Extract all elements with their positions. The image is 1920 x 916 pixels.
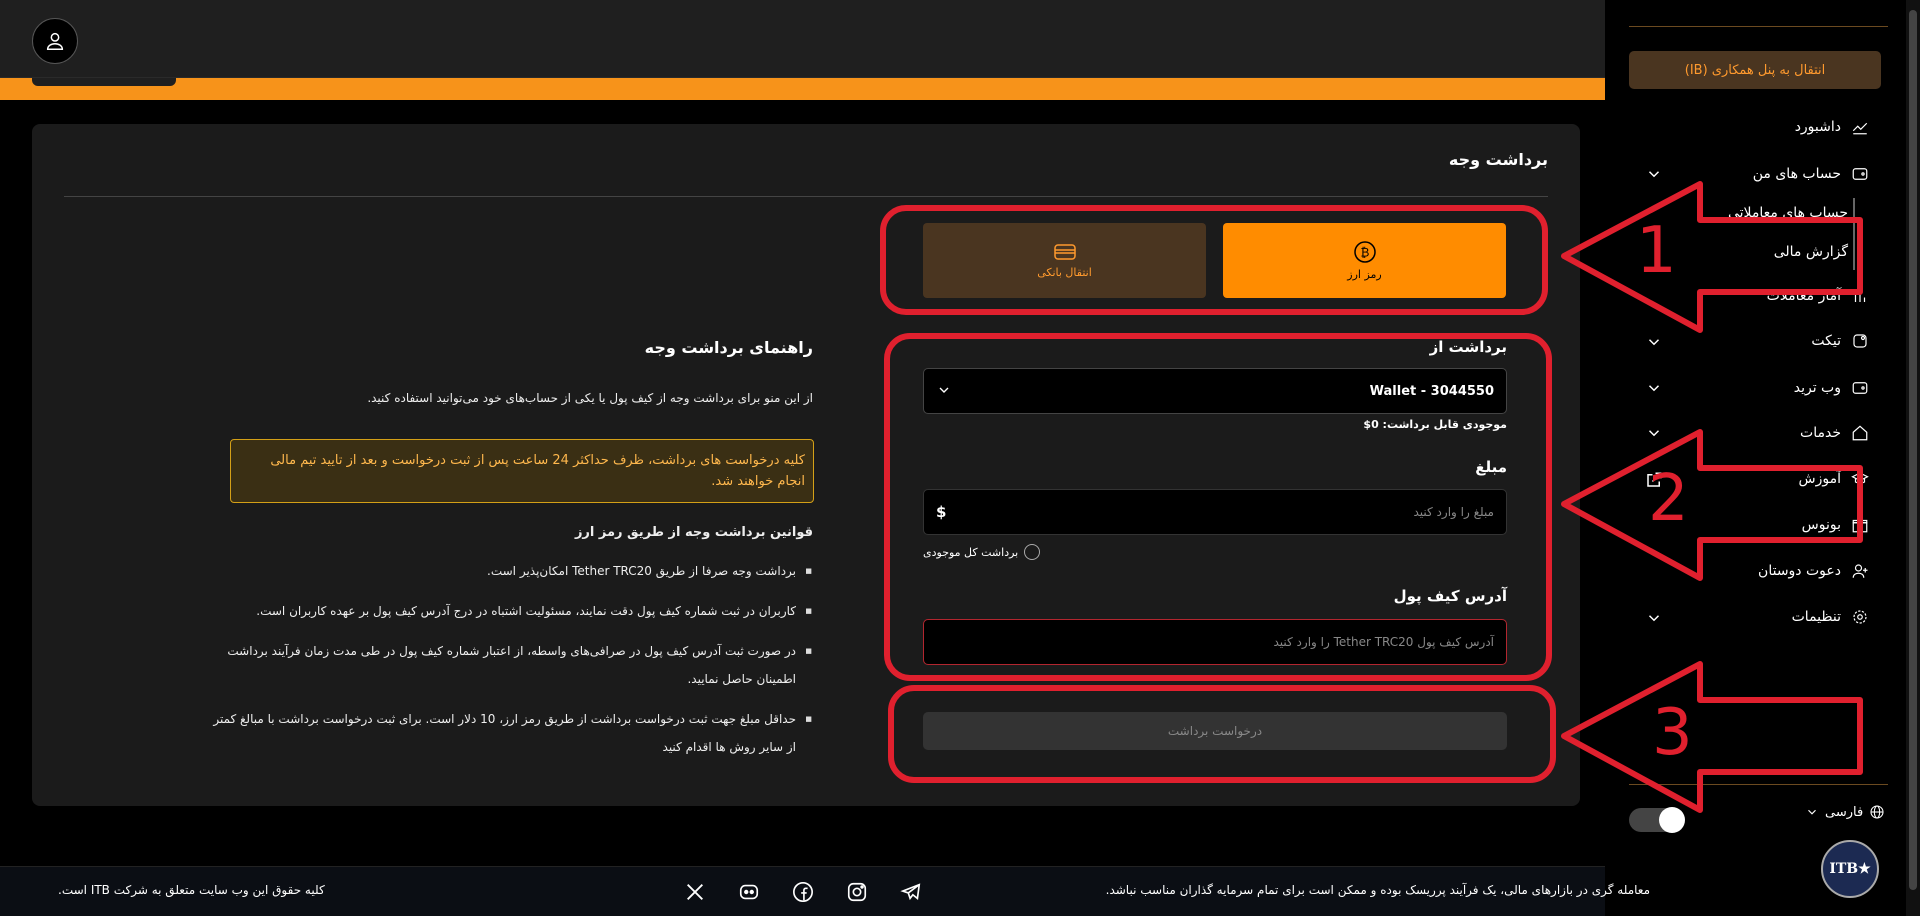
sidebar-item-label: داشبورد bbox=[1794, 119, 1841, 135]
ib-panel-button[interactable]: انتقال به پنل همکاری (IB) bbox=[1629, 51, 1881, 89]
rules-title: قوانین برداشت وجه از طریق رمز ارز bbox=[574, 525, 813, 540]
footer-risk-disclaimer: معامله گری در بازارهای مالی، یک فرآیند پ… bbox=[1105, 883, 1650, 897]
footer-copyright: کلیه حقوق این وب سایت متعلق به شرکت ITB … bbox=[58, 883, 325, 897]
top-header bbox=[0, 0, 1605, 78]
annotation-arrow-2 bbox=[1561, 429, 1863, 581]
annotation-number-3: 3 bbox=[1652, 696, 1693, 770]
gear-icon bbox=[1851, 608, 1869, 626]
rule-item: حداقل مبلغ جهت ثبت درخواست برداشت از طری… bbox=[212, 705, 812, 761]
rule-item: برداشت وجه صرفا از طریق Tether TRC20 امک… bbox=[212, 557, 812, 585]
scrollbar[interactable] bbox=[1906, 0, 1920, 916]
footer: کلیه حقوق این وب سایت متعلق به شرکت ITB … bbox=[0, 866, 1650, 916]
rules-list: برداشت وجه صرفا از طریق Tether TRC20 امک… bbox=[212, 557, 812, 773]
facebook-icon[interactable] bbox=[790, 879, 816, 905]
sidebar-item-dashboard[interactable]: داشبورد bbox=[1629, 112, 1869, 142]
page-title: برداشت وجه bbox=[1448, 150, 1548, 169]
telegram-icon[interactable] bbox=[898, 879, 924, 905]
rule-item: کاربران در ثبت شماره کیف پول دقت نمایند،… bbox=[212, 597, 812, 625]
rule-item: در صورت ثبت آدرس کیف پول در صرافی‌های وا… bbox=[212, 637, 812, 693]
divider bbox=[1629, 26, 1888, 27]
app-root: برداشت وجه ₿ رمز ارز انتقال بانکی برداشت… bbox=[0, 0, 1920, 916]
user-icon bbox=[46, 32, 64, 50]
guide-title: راهنمای برداشت وجه bbox=[644, 338, 813, 357]
sidebar-item-label: وب ترید bbox=[1793, 380, 1841, 396]
annotation-box-1 bbox=[880, 205, 1548, 315]
sidebar-item-webtrade[interactable]: وب ترید bbox=[1629, 373, 1869, 403]
accent-strip bbox=[0, 78, 1605, 100]
annotation-arrow-3 bbox=[1561, 661, 1863, 813]
chart-icon bbox=[1851, 118, 1869, 136]
annotation-arrow-1 bbox=[1561, 181, 1863, 333]
annotation-box-2 bbox=[884, 333, 1552, 681]
warning-box: کلیه درخواست های برداشت، ظرف حداکثر 24 س… bbox=[230, 439, 814, 503]
annotation-number-2: 2 bbox=[1648, 462, 1689, 536]
chevron-down-icon[interactable] bbox=[1645, 379, 1663, 397]
discord-icon[interactable] bbox=[736, 879, 762, 905]
sidebar-item-settings[interactable]: تنظیمات bbox=[1629, 602, 1869, 632]
guide-intro: از این منو برای برداشت وجه از کیف پول یا… bbox=[367, 391, 813, 405]
user-avatar-button[interactable] bbox=[32, 18, 78, 64]
annotation-number-1: 1 bbox=[1636, 214, 1677, 288]
itb-logo: ITB★ bbox=[1821, 840, 1879, 898]
instagram-icon[interactable] bbox=[844, 879, 870, 905]
chevron-down-icon[interactable] bbox=[1645, 609, 1663, 627]
annotation-box-3 bbox=[888, 685, 1556, 783]
webtrade-icon bbox=[1851, 379, 1869, 397]
sidebar-item-label: تنظیمات bbox=[1791, 609, 1841, 625]
x-icon[interactable] bbox=[682, 879, 708, 905]
divider bbox=[64, 196, 1548, 197]
